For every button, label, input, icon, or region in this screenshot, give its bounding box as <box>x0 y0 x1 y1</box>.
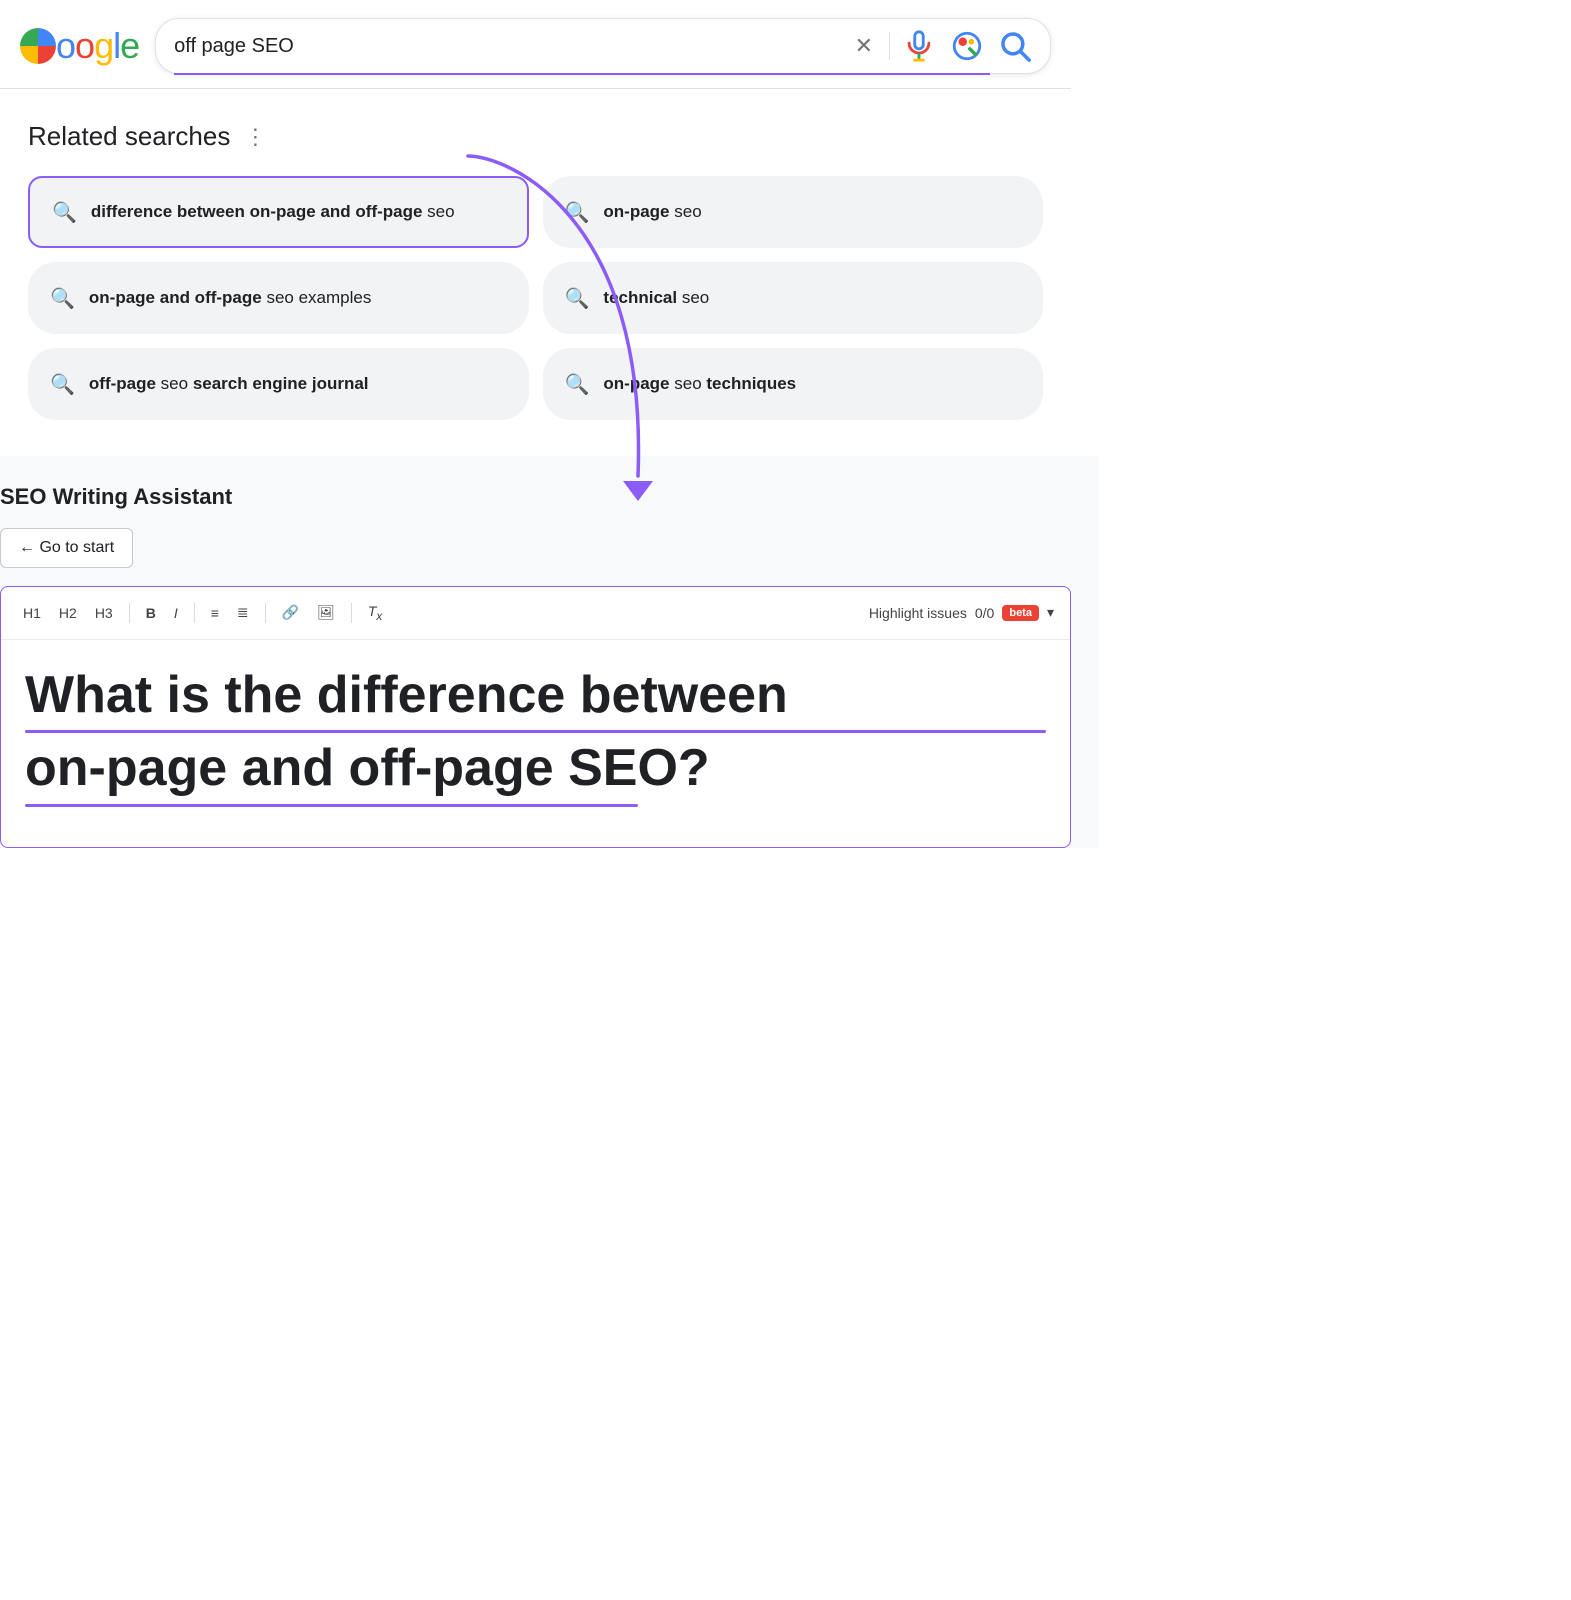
header: oogle off page SEO ✕ <box>0 0 1071 89</box>
search-icon-3: 🔍 <box>50 286 75 311</box>
search-icon-2: 🔍 <box>565 200 590 225</box>
related-label-6: on-page seo techniques <box>603 372 796 396</box>
search-bar: off page SEO ✕ <box>155 18 1051 74</box>
clear-format-icon: Tx <box>368 603 382 619</box>
highlight-issues-control[interactable]: Highlight issues 0/0 beta ▾ <box>869 604 1054 621</box>
highlight-issues-count: 0/0 <box>975 605 994 621</box>
related-searches-heading: Related searches ⋮ <box>28 121 1043 152</box>
search-divider <box>889 32 890 60</box>
editor-heading: What is the difference between on-page a… <box>25 664 1046 807</box>
toolbar-divider-2 <box>194 603 195 623</box>
related-item-6[interactable]: 🔍 on-page seo techniques <box>543 348 1044 420</box>
highlight-issues-label: Highlight issues <box>869 605 967 621</box>
related-label-2: on-page seo <box>603 200 701 224</box>
search-icon <box>998 29 1032 63</box>
related-item-4[interactable]: 🔍 technical seo <box>543 262 1044 334</box>
related-label-5: off-page seo search engine journal <box>89 372 369 396</box>
mic-icon <box>902 29 936 63</box>
h2-button[interactable]: H2 <box>53 601 83 625</box>
more-options-icon[interactable]: ⋮ <box>244 124 266 150</box>
link-icon: 🔗 <box>282 604 299 620</box>
related-label-1: difference between on-page and off-page … <box>91 200 455 224</box>
related-label-3: on-page and off-page seo examples <box>89 286 371 310</box>
editor-container: H1 H2 H3 B I ≡ ≣ 🔗 🖼 Tx <box>0 586 1071 848</box>
toolbar-divider-4 <box>351 603 352 623</box>
search-icon-5: 🔍 <box>50 372 75 397</box>
google-logo: oogle <box>20 25 139 67</box>
ordered-list-icon: ≡ <box>211 605 219 621</box>
google-ball-icon <box>20 28 56 64</box>
logo-text: oogle <box>56 25 139 67</box>
related-item-3[interactable]: 🔍 on-page and off-page seo examples <box>28 262 529 334</box>
unordered-list-icon: ≣ <box>237 604 249 620</box>
heading-line-2: on-page and off-page SEO? <box>25 737 1046 799</box>
ordered-list-button[interactable]: ≡ <box>205 601 225 625</box>
related-label-4: technical seo <box>603 286 709 310</box>
link-button[interactable]: 🔗 <box>276 600 305 625</box>
heading-underline-2 <box>25 804 638 807</box>
toolbar-divider-3 <box>265 603 266 623</box>
search-icon-1: 🔍 <box>52 200 77 225</box>
image-icon: 🖼 <box>317 604 335 620</box>
unordered-list-button[interactable]: ≣ <box>231 600 255 625</box>
lens-icon <box>950 29 984 63</box>
italic-button[interactable]: I <box>168 601 184 625</box>
lens-button[interactable] <box>950 29 984 63</box>
go-to-start-button[interactable]: ← Go to start <box>0 528 133 568</box>
go-to-start-label: ← Go to start <box>19 539 114 557</box>
related-item-2[interactable]: 🔍 on-page seo <box>543 176 1044 248</box>
search-input[interactable]: off page SEO <box>174 35 838 58</box>
main-content: Related searches ⋮ 🔍 difference between … <box>0 89 1071 420</box>
image-button[interactable]: 🖼 <box>311 600 341 625</box>
clear-format-button[interactable]: Tx <box>362 599 388 627</box>
seo-section-title: SEO Writing Assistant <box>0 484 1071 510</box>
editor-content[interactable]: What is the difference between on-page a… <box>1 640 1070 847</box>
related-searches-label: Related searches <box>28 121 230 152</box>
search-icon-6: 🔍 <box>565 372 590 397</box>
beta-badge: beta <box>1002 605 1039 621</box>
search-icons <box>902 29 1032 63</box>
voice-search-button[interactable] <box>902 29 936 63</box>
heading-underline-1 <box>25 730 1046 733</box>
toolbar-divider-1 <box>129 603 130 623</box>
seo-writing-assistant-section: SEO Writing Assistant ← Go to start H1 H… <box>0 456 1099 848</box>
heading-line-1: What is the difference between <box>25 664 1046 726</box>
related-searches-grid: 🔍 difference between on-page and off-pag… <box>28 176 1043 420</box>
clear-icon[interactable]: ✕ <box>851 33 877 59</box>
search-icon-4: 🔍 <box>565 286 590 311</box>
bold-button[interactable]: B <box>140 601 162 625</box>
search-button[interactable] <box>998 29 1032 63</box>
related-item-1[interactable]: 🔍 difference between on-page and off-pag… <box>28 176 529 248</box>
h3-button[interactable]: H3 <box>89 601 119 625</box>
editor-toolbar: H1 H2 H3 B I ≡ ≣ 🔗 🖼 Tx <box>1 587 1070 640</box>
dropdown-chevron-icon: ▾ <box>1047 604 1054 621</box>
h1-button[interactable]: H1 <box>17 601 47 625</box>
related-item-5[interactable]: 🔍 off-page seo search engine journal <box>28 348 529 420</box>
